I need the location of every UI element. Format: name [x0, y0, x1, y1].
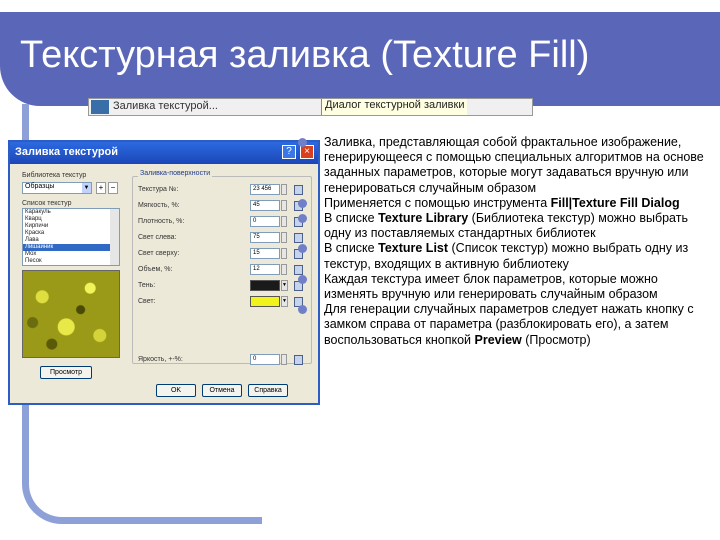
texture-list[interactable]: Каракуль Кварц Кирпичи Краска Лава Лишайник Мо…	[22, 208, 120, 266]
param-spinner[interactable]	[281, 200, 287, 211]
bullet-icon	[298, 198, 307, 208]
menu-strip: Заливка текстурой... Диалог текстурной з…	[88, 98, 533, 116]
bullet-text: В списке Texture Library (Библиотека тек…	[324, 211, 688, 241]
param-spinner[interactable]	[281, 354, 287, 365]
chevron-down-icon[interactable]: ▼	[281, 280, 288, 291]
ok-button[interactable]: OK	[156, 384, 196, 397]
param-field[interactable]: 12	[250, 264, 280, 275]
bullet-text: Для генерации случайных параметров следу…	[324, 302, 694, 347]
param-spinner[interactable]	[281, 216, 287, 227]
texture-list-item[interactable]: Кварц	[23, 216, 119, 223]
tooltip: Диалог текстурной заливки	[321, 99, 468, 115]
light-color-swatch[interactable]	[250, 296, 280, 307]
bullet-list: Заливка, представляющая собой фрактально…	[298, 135, 708, 348]
param-field[interactable]: 45	[250, 200, 280, 211]
param-label: Свет слева:	[138, 234, 177, 241]
lock-icon[interactable]	[294, 355, 303, 365]
brightness-field[interactable]: 0	[250, 354, 280, 365]
bullet-icon	[298, 305, 307, 315]
param-label: Плотность, %:	[138, 218, 185, 225]
bullet-icon	[298, 214, 307, 224]
light-color-label: Свет:	[138, 298, 156, 305]
preview-button[interactable]: Просмотр	[40, 366, 92, 379]
help-icon[interactable]: ?	[282, 145, 296, 159]
dialog-titlebar: Заливка текстурой ? ×	[10, 142, 318, 164]
param-label: Свет сверху:	[138, 250, 180, 257]
bullet-item: Каждая текстура имеет блок параметров, к…	[298, 272, 708, 302]
slide-title: Текстурная заливка (Texture Fill)	[20, 34, 590, 76]
param-label: Текстура №:	[138, 186, 179, 193]
texture-fill-icon	[91, 100, 109, 114]
menu-item-texture-fill[interactable]: Заливка текстурой...	[113, 100, 218, 112]
brightness-label: Яркость, +-%:	[138, 356, 183, 363]
dialog-title: Заливка текстурой	[15, 146, 119, 158]
texture-list-item[interactable]: Каракуль	[23, 209, 119, 216]
param-field[interactable]: 23 456	[250, 184, 280, 195]
bullet-item: В списке Texture List (Список текстур) м…	[298, 241, 708, 271]
shadow-color-swatch[interactable]	[250, 280, 280, 291]
help-button[interactable]: Справка	[248, 384, 288, 397]
texture-fill-dialog: Заливка текстурой ? × Библиотека текстур…	[8, 140, 320, 405]
cancel-button[interactable]: Отмена	[202, 384, 242, 397]
add-library-button[interactable]: +	[96, 182, 106, 194]
param-spinner[interactable]	[281, 264, 287, 275]
param-field[interactable]: 0	[250, 216, 280, 227]
texture-list-scrollbar[interactable]	[110, 209, 119, 265]
chevron-down-icon[interactable]: ▼	[82, 183, 91, 193]
texture-list-item[interactable]: Краска	[23, 230, 119, 237]
bullet-item: Для генерации случайных параметров следу…	[298, 302, 708, 348]
texture-list-item[interactable]: Мох	[23, 251, 119, 258]
bullet-text: В списке Texture List (Список текстур) м…	[324, 241, 689, 271]
bullet-icon	[298, 244, 307, 254]
params-title: Заливка-поверхности	[138, 170, 213, 177]
texture-list-item[interactable]: Лава	[23, 237, 119, 244]
library-label: Библиотека текстур	[22, 172, 87, 179]
bullet-text: Применяется с помощью инструмента Fill|T…	[324, 195, 680, 210]
param-field[interactable]: 75	[250, 232, 280, 243]
texture-list-item[interactable]: Лишайник	[23, 244, 119, 251]
chevron-down-icon[interactable]: ▼	[281, 296, 288, 307]
bullet-text: Заливка, представляющая собой фрактально…	[324, 135, 704, 195]
slide: Текстурная заливка (Texture Fill) Заливк…	[0, 0, 720, 540]
texture-list-item[interactable]: Песок	[23, 258, 119, 265]
bullet-icon	[298, 138, 307, 147]
param-field[interactable]: 15	[250, 248, 280, 259]
bullet-icon	[298, 274, 307, 284]
param-label: Объем, %:	[138, 266, 173, 273]
param-spinner[interactable]	[281, 184, 287, 195]
bullet-item: В списке Texture Library (Библиотека тек…	[298, 211, 708, 241]
remove-library-button[interactable]: −	[108, 182, 118, 194]
bullet-item: Заливка, представляющая собой фрактально…	[298, 135, 708, 196]
shadow-color-label: Тень:	[138, 282, 156, 289]
texture-preview-image	[22, 270, 120, 358]
param-spinner[interactable]	[281, 232, 287, 243]
bullet-text: Каждая текстура имеет блок параметров, к…	[324, 271, 658, 302]
param-spinner[interactable]	[281, 248, 287, 259]
param-label: Мягкость, %:	[138, 202, 180, 209]
texture-list-item[interactable]: Кирпичи	[23, 223, 119, 230]
texture-list-label: Список текстур	[22, 200, 72, 207]
texture-list-item[interactable]: Облака	[23, 265, 119, 266]
bullet-item: Применяется с помощью инструмента Fill|T…	[298, 196, 708, 211]
